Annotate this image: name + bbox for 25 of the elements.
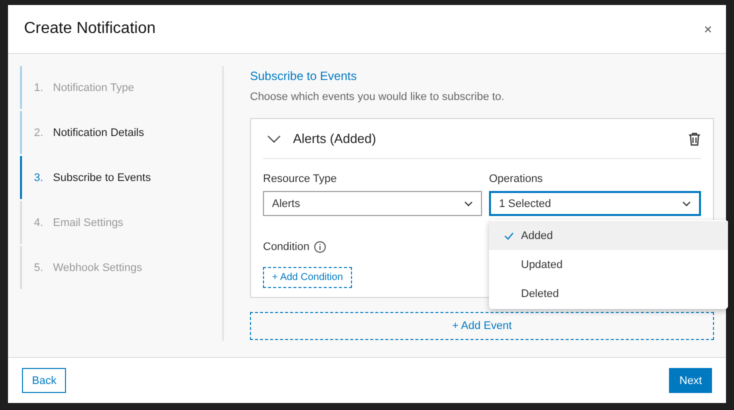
caret-icon (682, 200, 691, 206)
step-item[interactable]: 2. Notification Details (20, 111, 222, 154)
add-event-button[interactable]: + Add Event (250, 312, 714, 340)
caret-icon (464, 200, 473, 206)
section-description: Choose which events you would like to subscribe to. (250, 91, 506, 103)
section-title: Subscribe to Events (250, 69, 358, 83)
chevron-icon[interactable] (267, 134, 281, 144)
menu-option[interactable]: Added (489, 221, 728, 250)
field-label: Operations (489, 173, 544, 185)
field-label: Resource Type (263, 173, 338, 185)
menu-option[interactable]: Deleted (489, 279, 728, 308)
add-condition-button[interactable]: + Add Condition (263, 267, 352, 288)
resource-type-select[interactable]: Alerts (263, 191, 482, 216)
next-button[interactable]: Next (669, 368, 712, 393)
back-button[interactable]: Back (22, 368, 66, 393)
dialog-title: Create Notification (24, 20, 156, 38)
check-icon (504, 232, 514, 240)
info-icon[interactable] (314, 241, 326, 253)
operations-select[interactable]: 1 Selected (489, 191, 701, 216)
trash-icon[interactable] (688, 132, 701, 146)
event-title: Alerts (Added) (293, 131, 378, 146)
step-item[interactable]: 3. Subscribe to Events (20, 156, 222, 199)
menu-option[interactable]: Updated (489, 250, 728, 279)
close-button[interactable]: × (704, 21, 712, 37)
condition-label: Condition (263, 241, 310, 253)
